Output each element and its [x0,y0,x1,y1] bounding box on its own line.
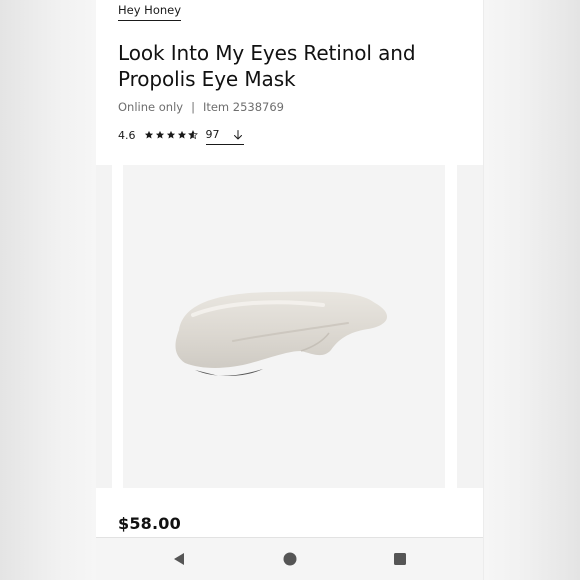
arrow-down-icon [233,129,242,139]
availability-label: Online only [118,100,184,114]
brand-link[interactable]: Hey Honey [118,3,182,21]
rating-row: 4.6 97 [118,125,244,145]
recents-square-icon[interactable] [392,551,408,567]
product-price: $58.00 [118,514,181,533]
product-title: Look Into My Eyes Retinol and Propolis E… [118,41,416,91]
review-count: 97 [205,128,220,141]
product-image-carousel[interactable] [96,165,483,488]
product-page: Hey Honey Look Into My Eyes Retinol and … [96,0,483,580]
next-image-peek[interactable] [457,165,483,488]
star-icon [155,130,164,139]
star-rating [144,130,198,140]
star-half-icon [187,130,198,140]
home-circle-icon[interactable] [282,551,298,567]
star-icon [144,130,153,139]
back-triangle-icon[interactable] [171,551,187,567]
star-icon [177,130,186,139]
blurred-background-right [484,0,580,580]
item-number: Item 2538769 [202,100,285,114]
rating-value: 4.6 [118,128,136,142]
reviews-link[interactable]: 97 [205,128,244,145]
previous-image-peek[interactable] [96,165,112,488]
meta-separator: | [191,100,195,114]
system-navigation-bar [96,537,483,580]
product-swatch-image [175,291,388,377]
product-image[interactable] [123,165,445,488]
star-icon [166,130,175,139]
blurred-background-left [0,0,96,580]
product-meta: Online only | Item 2538769 [118,100,284,114]
